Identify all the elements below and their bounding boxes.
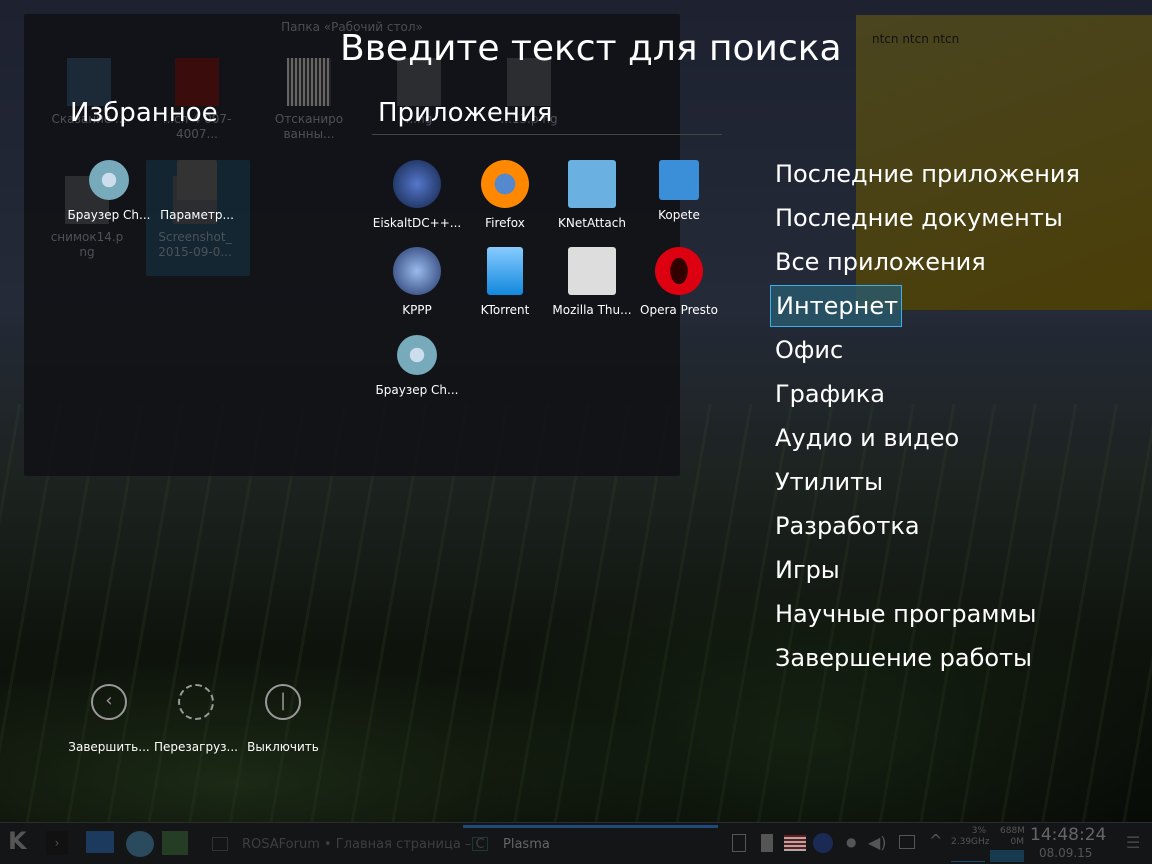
app-label: Браузер Ch... <box>67 208 151 222</box>
active-task-indicator <box>463 825 718 828</box>
taskbar: K › ROSAForum • Главная страница – C Pla… <box>0 822 1152 864</box>
app-label: Браузер Ch... <box>375 383 459 397</box>
power-label: Выключить <box>247 740 319 754</box>
kopete-icon <box>659 160 699 200</box>
clock-date[interactable]: 08.09.15 <box>1039 846 1092 860</box>
expand-tray-icon[interactable]: ^ <box>929 831 942 850</box>
chromium-icon <box>397 335 437 375</box>
desktop-item-label: снимок14.p ng <box>50 230 124 259</box>
mail-icon <box>568 247 616 295</box>
settings-toggle-icon <box>177 160 217 200</box>
restart-button[interactable]: Перезагруз... <box>148 684 244 754</box>
restart-icon <box>178 684 214 720</box>
clipboard-icon[interactable] <box>732 834 746 852</box>
firefox-icon <box>481 160 529 208</box>
app-label: Mozilla Thu... <box>552 303 632 317</box>
volume-icon[interactable]: ◀) <box>868 833 887 852</box>
chromium-icon <box>89 160 129 200</box>
terminal-icon[interactable]: › <box>46 831 68 855</box>
memory-graph <box>990 850 1024 862</box>
opera-icon <box>655 247 703 295</box>
app-opera[interactable]: Opera Presto <box>634 247 724 317</box>
category-list: Последние приложения Последние документы… <box>770 152 1085 680</box>
eiskaltdc-icon <box>393 160 441 208</box>
note-text: ntcn ntcn ntcn <box>872 32 960 46</box>
app-eiskaltdc[interactable]: EiskaltDC++... <box>372 160 462 230</box>
task-rosaforum[interactable]: ROSAForum • Главная страница – C <box>242 837 485 852</box>
app-ktorrent[interactable]: KTorrent <box>460 247 550 317</box>
category-development[interactable]: Разработка <box>770 504 1085 548</box>
app-label: KTorrent <box>480 303 530 317</box>
device-notifier-icon[interactable] <box>761 834 773 852</box>
category-leave[interactable]: Завершение работы <box>770 636 1085 680</box>
shutdown-button[interactable]: | Выключить <box>235 684 331 754</box>
us-flag-icon[interactable] <box>784 835 806 851</box>
power-label: Перезагруз... <box>154 740 238 754</box>
app-firefox[interactable]: Firefox <box>460 160 550 230</box>
app-knetattach[interactable]: KNetAttach <box>547 160 637 230</box>
app-kopete[interactable]: Kopete <box>634 160 724 222</box>
mail-launcher-icon[interactable] <box>86 831 114 853</box>
app-label: Параметр... <box>160 208 234 222</box>
desktop-item-label: Отсканиро ванны... <box>274 112 344 141</box>
notifications-icon[interactable]: ● <box>846 835 856 849</box>
memory-used: 688M <box>1000 826 1025 836</box>
power-label: Завершить... <box>68 740 150 754</box>
app-label: EiskaltDC++... <box>372 216 462 230</box>
category-office[interactable]: Офис <box>770 328 1085 372</box>
apps-heading: Приложения <box>378 98 553 128</box>
desktop-item-label: Screenshot_ 2015-09-0... <box>158 230 232 259</box>
app-label: Kopete <box>658 208 700 222</box>
category-utilities[interactable]: Утилиты <box>770 460 1085 504</box>
category-multimedia[interactable]: Аудио и видео <box>770 416 1085 460</box>
ktorrent-icon <box>487 247 523 295</box>
cpu-load: 3% <box>971 826 986 836</box>
category-games[interactable]: Игры <box>770 548 1085 592</box>
swap-used: 0M <box>1010 837 1025 847</box>
cpu-graph <box>951 850 985 862</box>
panel-menu-icon[interactable]: ☰ <box>1126 833 1140 852</box>
task-icon <box>472 837 488 851</box>
kppp-icon <box>393 247 441 295</box>
app-thunderbird[interactable]: Mozilla Thu... <box>547 247 637 317</box>
task-plasma[interactable]: Plasma <box>503 837 550 852</box>
app-label: KPPP <box>402 303 432 317</box>
logout-icon: ‹ <box>91 684 127 720</box>
logout-button[interactable]: ‹ Завершить... <box>61 684 157 754</box>
browser-launcher-icon[interactable] <box>126 831 154 857</box>
display-icon[interactable] <box>899 835 915 849</box>
category-graphics[interactable]: Графика <box>770 372 1085 416</box>
clock-time[interactable]: 14:48:24 <box>1030 825 1106 845</box>
task-icon <box>212 837 228 851</box>
folder-network-icon <box>568 160 616 208</box>
favorites-heading: Избранное <box>70 98 218 128</box>
favorite-settings[interactable]: Параметр... <box>152 160 242 222</box>
category-recent-apps[interactable]: Последние приложения <box>770 152 1085 196</box>
category-internet[interactable]: Интернет <box>770 285 902 327</box>
favorite-chromium[interactable]: Браузер Ch... <box>64 160 154 222</box>
network-globe-icon[interactable] <box>813 833 833 853</box>
divider <box>372 134 722 135</box>
kde-menu-icon[interactable]: K <box>8 827 27 855</box>
app-chromium[interactable]: Браузер Ch... <box>372 335 462 397</box>
app-label: Firefox <box>485 216 525 230</box>
search-input[interactable]: Введите текст для поиска <box>340 28 842 69</box>
app-kppp[interactable]: KPPP <box>372 247 462 317</box>
monitor-launcher-icon[interactable] <box>162 831 188 855</box>
cpu-freq: 2.39GHz <box>951 837 990 847</box>
desktop-folder-view: Папка «Рабочий стол» Сказание ... ...ch-… <box>24 14 680 476</box>
desktop-item[interactable]: Отсканиро ванны... <box>264 58 354 142</box>
app-label: KNetAttach <box>558 216 626 230</box>
power-icon: | <box>265 684 301 720</box>
app-label: Opera Presto <box>640 303 718 317</box>
category-recent-docs[interactable]: Последние документы <box>770 196 1085 240</box>
category-science[interactable]: Научные программы <box>770 592 1085 636</box>
category-all-apps[interactable]: Все приложения <box>770 240 1085 284</box>
